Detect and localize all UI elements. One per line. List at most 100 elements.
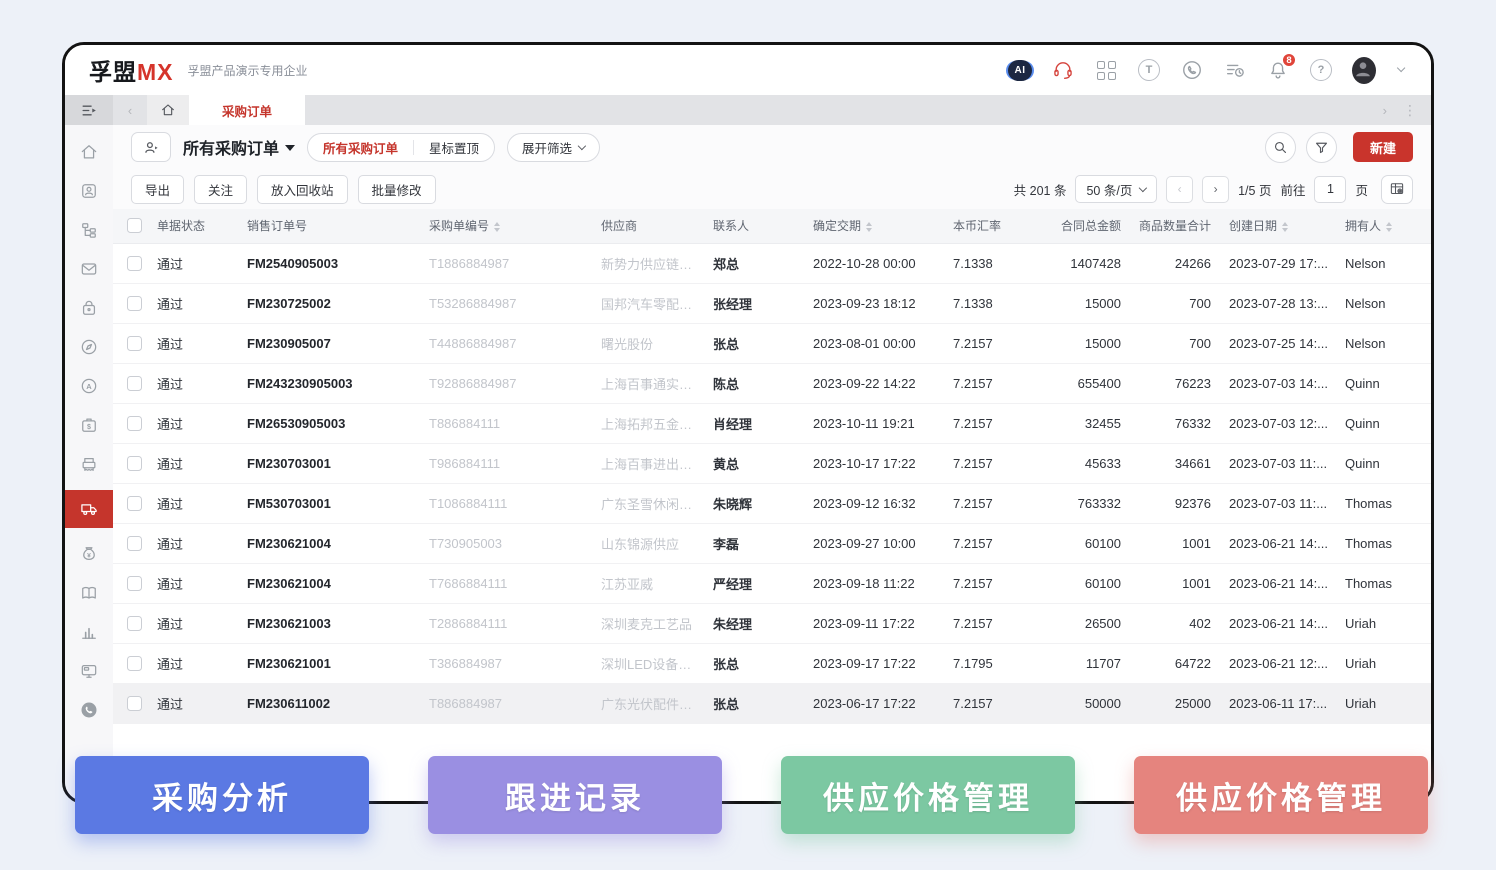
- table-row[interactable]: 通过FM243230905003T92886884987上海百事通实业有...陈…: [113, 363, 1431, 403]
- select-all-checkbox[interactable]: [127, 218, 142, 233]
- sort-icon[interactable]: [866, 222, 872, 232]
- cell-created: 2023-07-03 12:...: [1223, 403, 1339, 443]
- sidebar-item-monitor[interactable]: [65, 656, 113, 686]
- sort-icon[interactable]: [1386, 222, 1392, 232]
- row-checkbox[interactable]: [127, 296, 142, 311]
- sidebar-item-money-pouch[interactable]: ¥: [65, 539, 113, 569]
- cell-amount: 15000: [1031, 283, 1133, 323]
- new-button[interactable]: 新建: [1353, 132, 1413, 162]
- expand-filter-button[interactable]: 展开筛选: [507, 133, 600, 162]
- column-header[interactable]: 确定交期: [807, 209, 947, 243]
- apps-grid-icon[interactable]: [1094, 58, 1118, 82]
- row-checkbox[interactable]: [127, 616, 142, 631]
- table-row[interactable]: 通过FM230611002T886884987广东光伏配件有限...张总2023…: [113, 683, 1431, 723]
- row-checkbox[interactable]: [127, 456, 142, 471]
- row-checkbox[interactable]: [127, 416, 142, 431]
- sidebar-item-bar-chart[interactable]: [65, 617, 113, 647]
- collapse-menu-icon[interactable]: [65, 95, 113, 125]
- pagination: 共 201 条 50 条/页 ‹ › 1/5 页 前往 页: [1014, 175, 1413, 204]
- table-row[interactable]: 通过FM230905007T44886884987曙光股份张总2023-08-0…: [113, 323, 1431, 363]
- column-header[interactable]: 采购单编号: [423, 209, 595, 243]
- action-button[interactable]: 批量修改: [358, 175, 436, 204]
- column-header[interactable]: 拥有人: [1339, 209, 1431, 243]
- segment-all-orders[interactable]: 所有采购订单: [308, 134, 413, 161]
- sidebar-item-mail[interactable]: [65, 254, 113, 284]
- sidebar-item-shopping-bag[interactable]: [65, 293, 113, 323]
- tab-purchase-orders[interactable]: 采购订单: [189, 95, 305, 125]
- footer-button[interactable]: 供应价格管理: [1134, 756, 1428, 834]
- page-size-select[interactable]: 50 条/页: [1075, 175, 1157, 203]
- funnel-icon: [1313, 139, 1330, 156]
- notification-bell-icon[interactable]: 8: [1266, 58, 1290, 82]
- footer-button[interactable]: 跟进记录: [428, 756, 722, 834]
- sidebar-item-invoice[interactable]: [65, 449, 113, 479]
- sidebar-item-money-case[interactable]: $: [65, 410, 113, 440]
- next-page-button[interactable]: ›: [1202, 176, 1229, 203]
- invoice-icon: [79, 454, 99, 474]
- row-checkbox[interactable]: [127, 256, 142, 271]
- avatar[interactable]: [1352, 58, 1376, 82]
- table-row[interactable]: 通过FM26530905003T886884111上海拓邦五金配件...肖经理2…: [113, 403, 1431, 443]
- phone-icon[interactable]: [1180, 58, 1204, 82]
- ai-assistant-icon[interactable]: AI: [1008, 58, 1032, 82]
- money-pouch-icon: ¥: [79, 544, 99, 564]
- segment-starred[interactable]: 星标置顶: [414, 134, 494, 161]
- row-checkbox[interactable]: [127, 376, 142, 391]
- bar-chart-icon: [79, 622, 99, 642]
- table-row[interactable]: 通过FM530703001T1086884111广东圣雪休闲用品...朱晓辉20…: [113, 483, 1431, 523]
- column-settings-button[interactable]: [1381, 175, 1413, 204]
- headset-icon[interactable]: [1051, 58, 1075, 82]
- sidebar-item-home[interactable]: [65, 137, 113, 167]
- table-row[interactable]: 通过FM230621001T386884987深圳LED设备有限...张总202…: [113, 643, 1431, 683]
- search-button[interactable]: [1265, 132, 1296, 163]
- cell-rate: 7.2157: [947, 323, 1031, 363]
- table-row[interactable]: 通过FM230621003T2886884111深圳麦克工艺品朱经理2023-0…: [113, 603, 1431, 643]
- cell-amount: 1407428: [1031, 243, 1133, 283]
- tab-more-icon[interactable]: ⋮: [1403, 102, 1417, 119]
- cell-delivery: 2023-09-18 11:22: [807, 563, 947, 603]
- column-header[interactable]: 创建日期: [1223, 209, 1339, 243]
- sidebar-item-compass[interactable]: [65, 332, 113, 362]
- filter-button[interactable]: [1306, 132, 1337, 163]
- sidebar-item-org-tree[interactable]: [65, 215, 113, 245]
- row-checkbox[interactable]: [127, 696, 142, 711]
- footer-button[interactable]: 供应价格管理: [781, 756, 1075, 834]
- view-title-dropdown[interactable]: 所有采购订单: [183, 135, 295, 159]
- table-row[interactable]: 通过FM230621004T730905003山东锦源供应李磊2023-09-2…: [113, 523, 1431, 563]
- table-row[interactable]: 通过FM230703001T986884111上海百事进出口有...黄总2023…: [113, 443, 1431, 483]
- goto-page-input[interactable]: [1314, 176, 1346, 203]
- footer-button[interactable]: 采购分析: [75, 756, 369, 834]
- org-tree-icon: [79, 220, 99, 240]
- sort-icon[interactable]: [494, 222, 500, 232]
- cell-delivery: 2023-10-11 19:21: [807, 403, 947, 443]
- table-row[interactable]: 通过FM230725002T53286884987国邦汽车零配件有...张经理2…: [113, 283, 1431, 323]
- sidebar-item-ledger[interactable]: [65, 578, 113, 608]
- row-checkbox[interactable]: [127, 336, 142, 351]
- row-checkbox[interactable]: [127, 576, 142, 591]
- prev-page-button[interactable]: ‹: [1166, 176, 1193, 203]
- cell-purchase_no: T1086884111: [423, 483, 595, 523]
- cell-sales_no: FM230621004: [241, 523, 423, 563]
- sidebar-item-truck[interactable]: [65, 490, 113, 528]
- tab-forward-icon[interactable]: ›: [1383, 103, 1387, 118]
- ticket-icon[interactable]: T: [1137, 58, 1161, 82]
- view-title: 所有采购订单: [183, 135, 279, 159]
- row-checkbox[interactable]: [127, 496, 142, 511]
- table-row[interactable]: 通过FM230621004T7686884111江苏亚威严经理2023-09-1…: [113, 563, 1431, 603]
- sidebar-item-whatsapp[interactable]: [65, 695, 113, 725]
- row-checkbox[interactable]: [127, 536, 142, 551]
- help-icon[interactable]: ?: [1309, 58, 1333, 82]
- action-button[interactable]: 导出: [131, 175, 184, 204]
- action-button[interactable]: 关注: [194, 175, 247, 204]
- tab-home-icon[interactable]: [147, 95, 189, 125]
- sort-icon[interactable]: [1282, 222, 1288, 232]
- tab-back-icon[interactable]: ‹: [113, 95, 147, 125]
- action-button[interactable]: 放入回收站: [257, 175, 348, 204]
- owner-filter-button[interactable]: [131, 132, 171, 162]
- chevron-down-icon[interactable]: [1395, 58, 1407, 82]
- task-list-icon[interactable]: [1223, 58, 1247, 82]
- sidebar-item-contact-card[interactable]: [65, 176, 113, 206]
- table-row[interactable]: 通过FM2540905003T1886884987新势力供应链公司郑总2022-…: [113, 243, 1431, 283]
- row-checkbox[interactable]: [127, 656, 142, 671]
- sidebar-item-letter-a[interactable]: A: [65, 371, 113, 401]
